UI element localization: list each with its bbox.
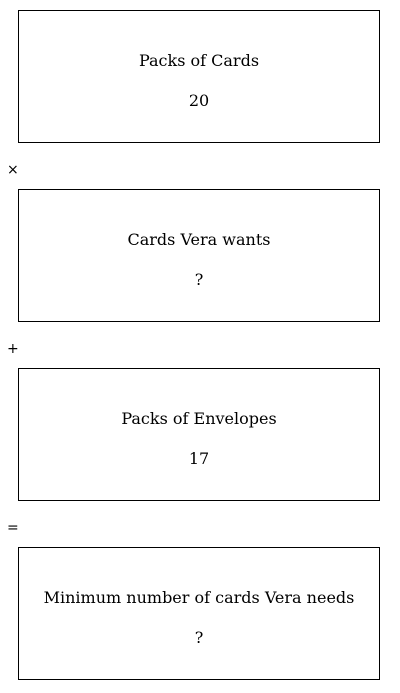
box-label: Packs of Envelopes xyxy=(121,409,277,428)
box-value: 20 xyxy=(188,91,210,110)
box-label: Cards Vera wants xyxy=(127,230,271,249)
minimum-cards-needed-box: Minimum number of cards Vera needs ? xyxy=(18,547,380,680)
multiply-operator: × xyxy=(7,162,19,178)
equals-operator: = xyxy=(7,520,19,536)
plus-operator: + xyxy=(7,341,19,357)
box-value: ? xyxy=(194,628,204,647)
box-label: Packs of Cards xyxy=(138,51,260,70)
box-value: ? xyxy=(194,270,204,289)
cards-vera-wants-box: Cards Vera wants ? xyxy=(18,189,380,322)
packs-of-envelopes-box: Packs of Envelopes 17 xyxy=(18,368,380,501)
box-label: Minimum number of cards Vera needs xyxy=(43,588,355,607)
packs-of-cards-box: Packs of Cards 20 xyxy=(18,10,380,143)
box-value: 17 xyxy=(188,449,210,468)
